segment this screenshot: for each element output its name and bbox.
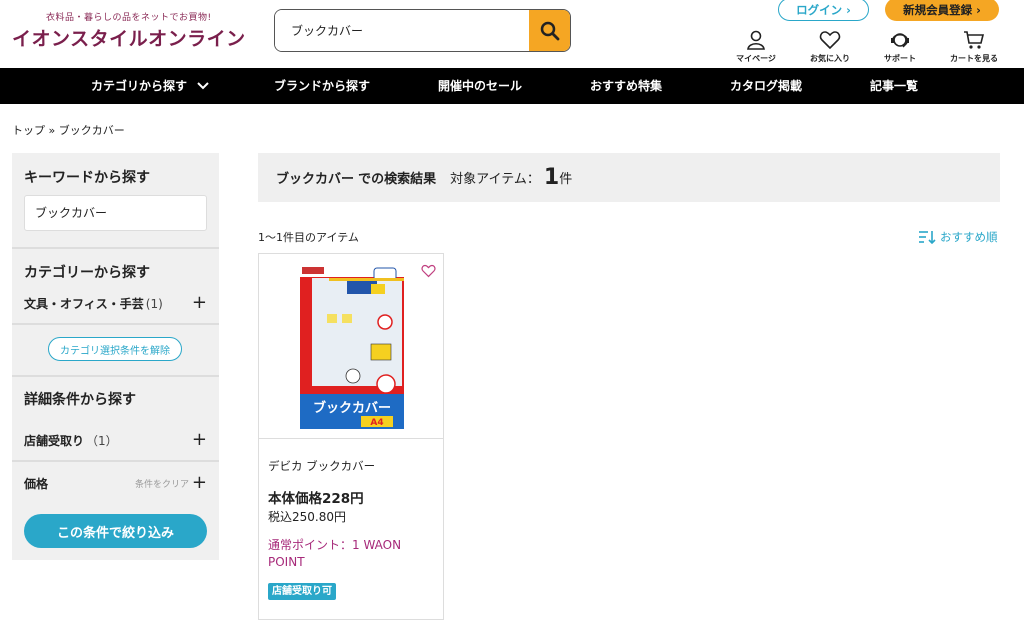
category-label: 文具・オフィス・手芸 xyxy=(24,297,144,311)
support-label: サポート xyxy=(884,54,916,63)
sort-icon xyxy=(919,231,936,244)
chevron-down-icon xyxy=(197,82,209,90)
category-item[interactable]: 文具・オフィス・手芸 (1) + xyxy=(24,292,207,313)
nav-brands[interactable]: ブランドから探す xyxy=(274,68,370,104)
result-count: 1 xyxy=(543,165,560,190)
breadcrumb[interactable]: トップ » ブックカバー xyxy=(12,122,125,138)
search-result-header: ブックカバー での検索結果 対象アイテム： 1 件 xyxy=(258,153,1000,202)
keyword-heading: キーワードから探す xyxy=(24,170,150,186)
divider xyxy=(12,247,219,249)
product-package-image: ブックカバー A4 xyxy=(300,265,404,429)
register-button[interactable]: 新規会員登録 › xyxy=(885,0,999,21)
package-title-art: ブックカバー xyxy=(313,400,391,416)
category-heading: カテゴリーから探す xyxy=(24,265,150,281)
logo-text: イオンスタイルオンライン xyxy=(12,28,246,50)
clear-category-button[interactable]: カテゴリ選択条件を解除 xyxy=(48,337,182,361)
keyword-input[interactable]: ブックカバー xyxy=(24,195,207,231)
nav-catalog[interactable]: カタログ掲載 xyxy=(730,68,802,104)
heart-icon xyxy=(819,31,841,50)
heart-icon xyxy=(420,264,436,278)
product-tax-price: 税込250.80円 xyxy=(268,510,346,524)
plus-icon[interactable]: + xyxy=(192,292,207,313)
favorite-button[interactable] xyxy=(416,259,440,283)
apply-filter-button[interactable]: この条件で絞り込み xyxy=(24,514,207,548)
mypage-label: マイページ xyxy=(736,54,776,63)
store-pickup-count: （1） xyxy=(86,434,118,448)
favorites-link[interactable]: お気に入り xyxy=(799,30,861,64)
store-pickup-badge: 店舗受取り可 xyxy=(268,583,336,600)
divider xyxy=(12,460,219,462)
item-range: 1〜1件目のアイテム xyxy=(258,231,359,244)
divider xyxy=(12,323,219,325)
support-icon xyxy=(891,33,909,48)
search-bar xyxy=(274,9,571,52)
product-price: 本体価格228円 xyxy=(268,491,364,507)
target-label: 対象アイテム： xyxy=(450,172,540,187)
plus-icon[interactable]: + xyxy=(192,429,207,450)
nav-categories[interactable]: カテゴリから探す xyxy=(91,68,209,104)
support-link[interactable]: サポート xyxy=(869,30,931,64)
filter-sidebar: キーワードから探す ブックカバー カテゴリーから探す 文具・オフィス・手芸 (1)… xyxy=(12,153,219,560)
divider xyxy=(12,375,219,377)
search-icon xyxy=(540,21,559,40)
cart-icon xyxy=(964,31,985,49)
count-unit: 件 xyxy=(559,172,573,187)
user-icon xyxy=(747,30,765,50)
store-pickup-filter[interactable]: 店舗受取り （1） + xyxy=(24,429,207,450)
sort-dropdown[interactable]: おすすめ順 xyxy=(918,229,998,245)
cart-label: カートを見る xyxy=(950,54,998,63)
clear-conditions-link[interactable]: 条件をクリア xyxy=(135,477,189,490)
product-image[interactable]: ブックカバー A4 xyxy=(259,254,443,439)
logo-tagline: 衣料品・暮らしの品をネットでお買物! xyxy=(46,13,212,23)
price-filter[interactable]: 価格 条件をクリア + xyxy=(24,472,207,493)
login-button[interactable]: ログイン › xyxy=(778,0,869,21)
cart-link[interactable]: カートを見る xyxy=(943,30,1005,64)
nav-sale[interactable]: 開催中のセール xyxy=(438,68,522,104)
detail-heading: 詳細条件から探す xyxy=(24,392,136,408)
product-name[interactable]: デビカ ブックカバー xyxy=(268,458,375,474)
mypage-link[interactable]: マイページ xyxy=(725,30,787,64)
search-button[interactable] xyxy=(529,10,570,51)
plus-icon[interactable]: + xyxy=(192,472,207,493)
category-count: (1) xyxy=(145,297,163,311)
sort-label: おすすめ順 xyxy=(940,230,998,244)
product-card[interactable]: ブックカバー A4 デビカ ブックカバー 本体価格228円 税込250.80円 … xyxy=(258,253,444,620)
search-query-suffix: での検索結果 xyxy=(358,172,437,187)
store-pickup-label: 店舗受取り xyxy=(24,434,85,448)
nav-categories-label: カテゴリから探す xyxy=(91,79,188,93)
nav-articles[interactable]: 記事一覧 xyxy=(870,68,918,104)
header: 衣料品・暮らしの品をネットでお買物! イオンスタイルオンライン ログイン › 新… xyxy=(0,0,1024,68)
search-input[interactable] xyxy=(275,10,529,51)
product-points: 通常ポイント：1 WAON POINT xyxy=(268,538,402,569)
price-label: 価格 xyxy=(24,477,49,491)
search-query: ブックカバー xyxy=(276,172,355,187)
site-logo[interactable]: 衣料品・暮らしの品をネットでお買物! イオンスタイルオンライン xyxy=(12,10,246,51)
main-nav: カテゴリから探す ブランドから探す 開催中のセール おすすめ特集 カタログ掲載 … xyxy=(0,68,1024,104)
package-size-art: A4 xyxy=(370,418,383,428)
favorites-label: お気に入り xyxy=(810,54,850,63)
nav-features[interactable]: おすすめ特集 xyxy=(590,68,662,104)
